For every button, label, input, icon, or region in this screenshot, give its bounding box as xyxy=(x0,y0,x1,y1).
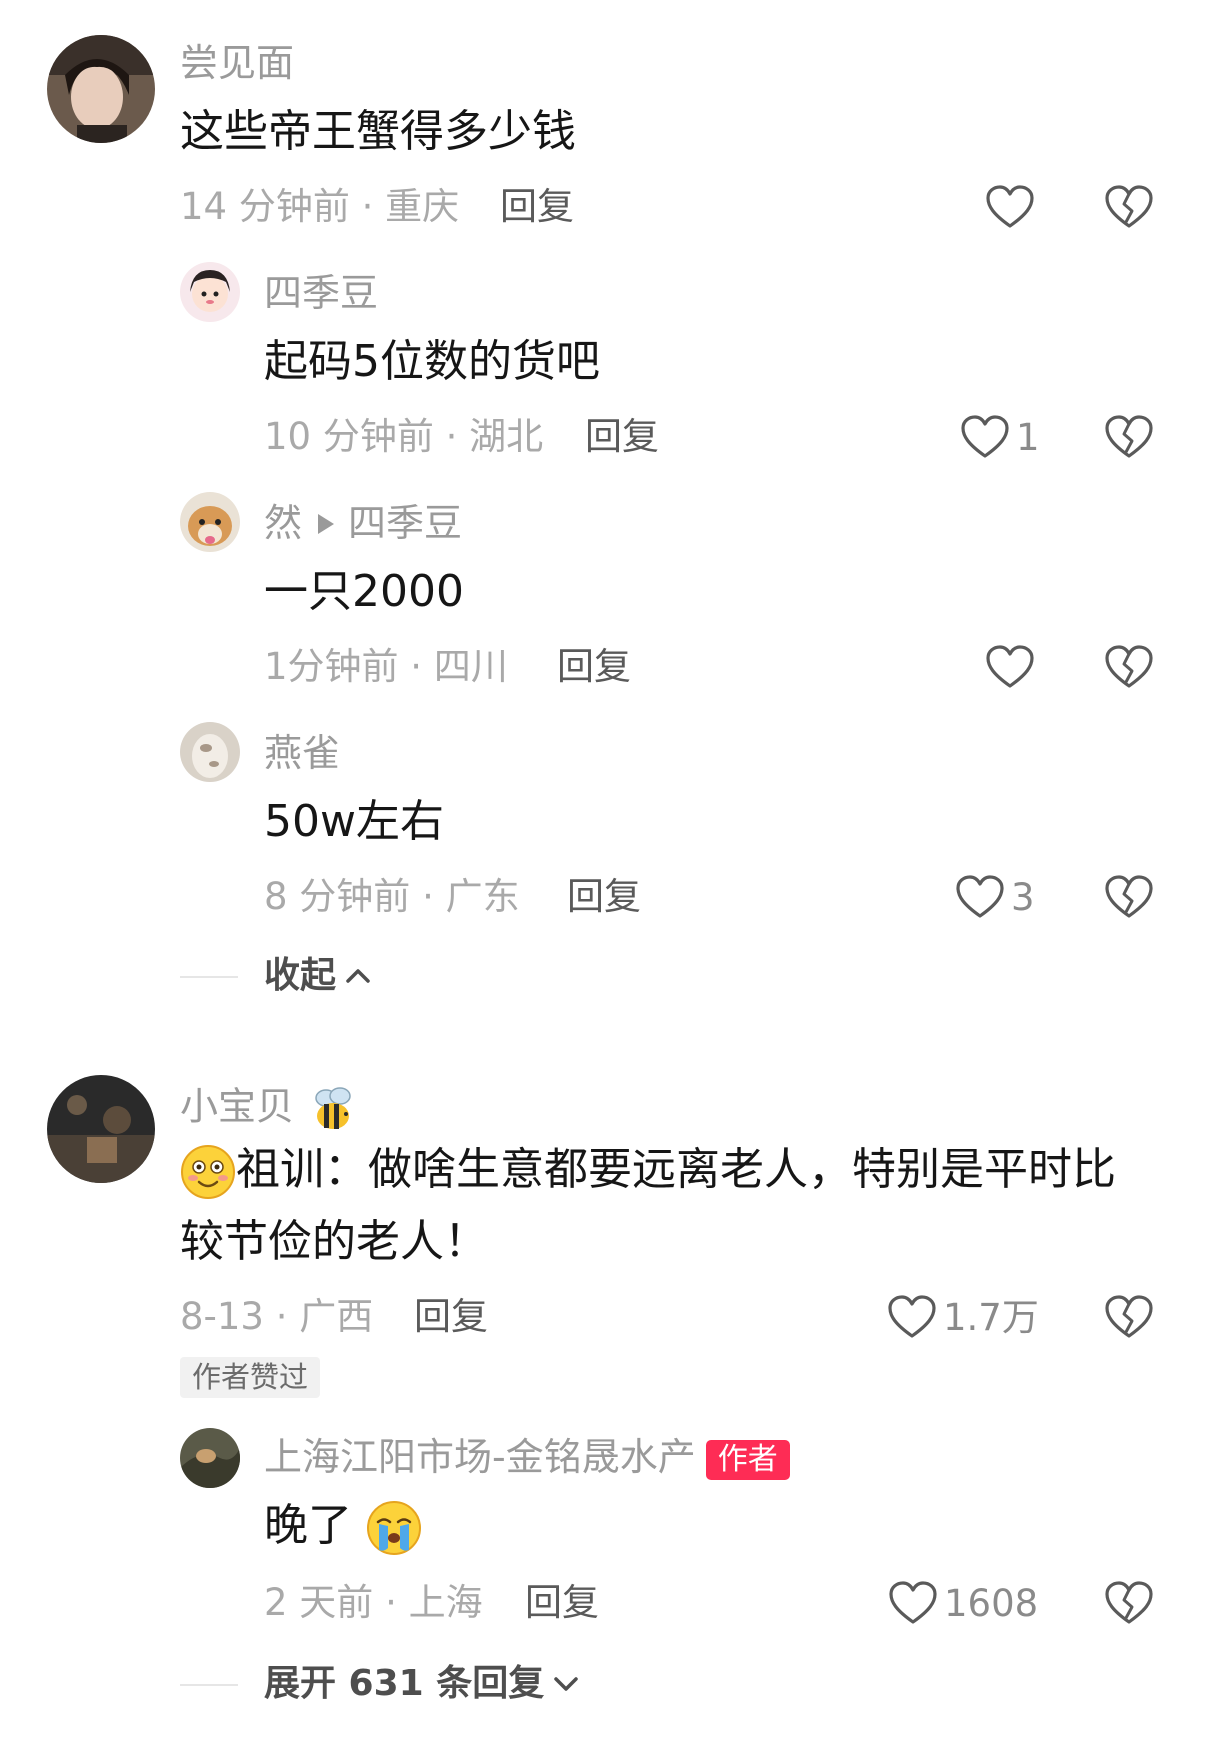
comment-meta: 2 天前 · 上海 xyxy=(264,1581,483,1624)
like-button[interactable] xyxy=(985,640,1035,694)
collapse-replies-button[interactable]: 收起 xyxy=(264,958,372,994)
comment-meta: 8 分钟前 · 广东 xyxy=(264,875,520,918)
avatar[interactable] xyxy=(180,1428,240,1488)
username[interactable]: 小宝贝 xyxy=(180,1084,356,1134)
reply-button[interactable]: 回复 xyxy=(557,648,631,685)
username-text[interactable]: 上海江阳市场-金铭晟水产 xyxy=(264,1435,696,1479)
comment-text: 一只2000 xyxy=(264,566,464,617)
heart-outline-icon xyxy=(985,184,1035,230)
heart-outline-icon xyxy=(888,1580,938,1626)
like-count: 1 xyxy=(1016,415,1040,459)
comment-text: 这些帝王蟹得多少钱 xyxy=(180,106,576,157)
thread-divider xyxy=(180,1684,238,1686)
username-text[interactable]: 小宝贝 xyxy=(180,1085,294,1129)
reply-button[interactable]: 回复 xyxy=(414,1298,488,1335)
username[interactable]: 然 四季豆 xyxy=(264,504,462,542)
heart-outline-icon xyxy=(955,874,1005,920)
dislike-button[interactable] xyxy=(1104,414,1154,460)
comment-text-line1: 祖训：做啥生意都要远离老人，特别是平时比 xyxy=(236,1144,1116,1195)
avatar[interactable] xyxy=(47,35,155,143)
username[interactable]: 尝见面 xyxy=(180,44,294,82)
dislike-button[interactable] xyxy=(1104,184,1154,230)
smiling-face-emoji xyxy=(180,1144,236,1200)
comment-meta: 1分钟前 · 四川 xyxy=(264,645,508,688)
comment-text: 起码5位数的货吧 xyxy=(264,336,600,387)
dislike-button[interactable] xyxy=(1104,874,1154,920)
avatar[interactable] xyxy=(180,262,240,322)
dislike-button[interactable] xyxy=(1104,644,1154,690)
play-arrow-icon xyxy=(318,513,335,534)
heart-outline-icon xyxy=(960,414,1010,460)
username-text[interactable]: 然 xyxy=(264,501,302,545)
broken-heart-icon xyxy=(1104,184,1154,230)
broken-heart-icon xyxy=(1104,644,1154,690)
reply-to-username[interactable]: 四季豆 xyxy=(348,501,462,545)
username[interactable]: 燕雀 xyxy=(264,734,340,772)
username[interactable]: 上海江阳市场-金铭晟水产 作者 xyxy=(264,1438,790,1480)
comment-meta: 14 分钟前 · 重庆 xyxy=(180,185,460,228)
like-button[interactable]: 1608 xyxy=(888,1576,1038,1630)
reply-button[interactable]: 回复 xyxy=(500,188,574,225)
comment-text-content: 晚了 xyxy=(264,1500,352,1551)
comment-meta: 8-13 · 广西 xyxy=(180,1295,374,1338)
avatar[interactable] xyxy=(47,1075,155,1183)
collapse-label[interactable]: 收起 xyxy=(264,958,336,994)
comment-text: 祖训：做啥生意都要远离老人，特别是平时比 xyxy=(180,1144,1116,1200)
reply-button[interactable]: 回复 xyxy=(525,1584,599,1621)
broken-heart-icon xyxy=(1104,1294,1154,1340)
like-button[interactable]: 3 xyxy=(955,870,1035,924)
like-button[interactable]: 1 xyxy=(960,410,1040,464)
avatar[interactable] xyxy=(180,722,240,782)
like-button[interactable] xyxy=(985,180,1035,234)
broken-heart-icon xyxy=(1104,1580,1154,1626)
reply-button[interactable]: 回复 xyxy=(585,418,659,455)
expand-label[interactable]: 展开 631 条回复 xyxy=(264,1666,544,1702)
reply-button[interactable]: 回复 xyxy=(567,878,641,915)
avatar[interactable] xyxy=(180,492,240,552)
like-count: 3 xyxy=(1011,875,1035,919)
username[interactable]: 四季豆 xyxy=(264,274,378,312)
like-button[interactable]: 1.7万 xyxy=(887,1290,1039,1344)
like-count: 1.7万 xyxy=(943,1295,1039,1339)
heart-outline-icon xyxy=(887,1294,937,1340)
chevron-down-icon xyxy=(544,1666,580,1702)
thread-divider xyxy=(180,976,238,978)
comment-text: 晚了 xyxy=(264,1500,422,1556)
heart-outline-icon xyxy=(985,644,1035,690)
dislike-button[interactable] xyxy=(1104,1580,1154,1626)
comment-meta: 10 分钟前 · 湖北 xyxy=(264,415,544,458)
comment-text: 50w左右 xyxy=(264,796,444,847)
author-badge: 作者 xyxy=(705,1439,790,1480)
dislike-button[interactable] xyxy=(1104,1294,1154,1340)
broken-heart-icon xyxy=(1104,414,1154,460)
author-liked-badge: 作者赞过 xyxy=(180,1357,321,1398)
expand-replies-button[interactable]: 展开 631 条回复 xyxy=(264,1666,580,1702)
crying-face-emoji xyxy=(366,1500,422,1556)
bee-emoji xyxy=(306,1084,356,1134)
like-count: 1608 xyxy=(944,1581,1039,1625)
chevron-up-icon xyxy=(336,958,372,994)
broken-heart-icon xyxy=(1104,874,1154,920)
comment-text-line2: 较节俭的老人！ xyxy=(180,1216,488,1267)
